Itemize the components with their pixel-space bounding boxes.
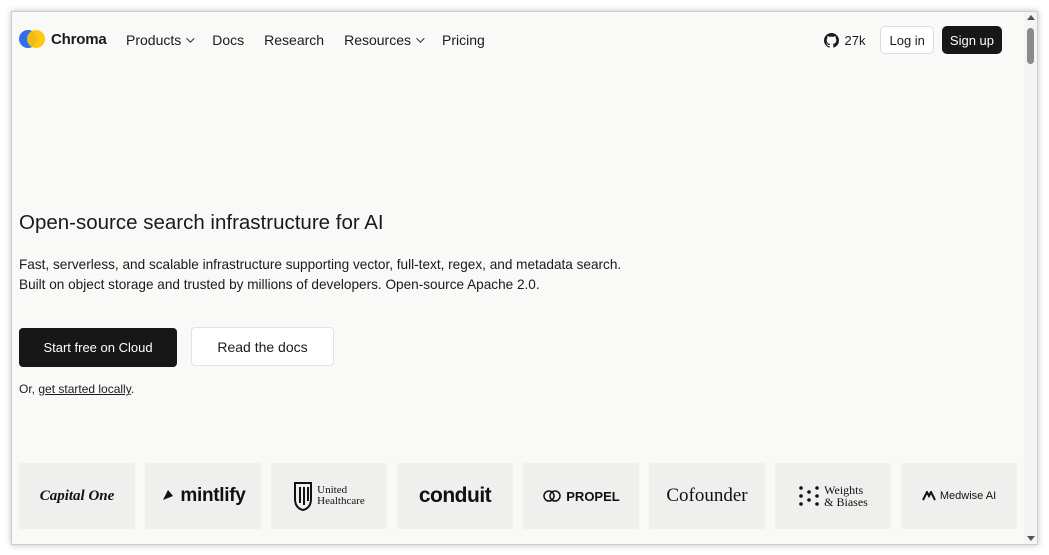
menu-pricing[interactable]: Pricing [442, 32, 485, 48]
menu-docs-label: Docs [212, 32, 245, 48]
brand-logo[interactable]: Chroma [19, 30, 107, 48]
menu-research-label: Research [264, 32, 325, 48]
local-suffix: . [130, 382, 135, 396]
menu-resources[interactable]: Resources [344, 32, 425, 48]
chevron-down-icon [186, 34, 195, 43]
menu-research[interactable]: Research [264, 32, 324, 48]
login-button[interactable]: Log in [880, 26, 934, 54]
cofounder-logo-text: Cofounder [666, 485, 748, 506]
signup-button[interactable]: Sign up [941, 26, 1002, 54]
local-start-text: Or, get started locally. [19, 382, 134, 396]
chroma-logo-icon [19, 30, 45, 48]
vertical-scrollbar[interactable] [1024, 12, 1037, 544]
capital-one-logo-text: Capital One [39, 487, 115, 504]
uhc-line2: Healthcare [317, 495, 365, 507]
hero-title: Open-source search infrastructure for AI [19, 211, 384, 234]
scroll-down-arrow-icon[interactable] [1027, 536, 1035, 541]
local-prefix: Or, [19, 382, 39, 396]
menu-products-label: Products [126, 32, 182, 48]
read-docs-button[interactable]: Read the docs [191, 327, 334, 366]
customer-logos: Capital One mintlify United Healthcare c… [19, 463, 1017, 529]
wandb-dots-icon [799, 486, 819, 506]
scrollbar-thumb[interactable] [1027, 28, 1034, 64]
browser-viewport: Chroma Products Docs Research Resources … [11, 11, 1038, 545]
wb-line2: & Biases [824, 495, 868, 509]
medwise-icon [921, 491, 936, 501]
github-icon [823, 32, 839, 48]
logo-weights-biases: Weights & Biases [775, 463, 891, 529]
menu-docs[interactable]: Docs [212, 32, 244, 48]
menu-resources-label: Resources [344, 32, 411, 48]
menu-products[interactable]: Products [126, 32, 195, 48]
logo-medwise: Medwise AI [901, 463, 1017, 529]
brand-name: Chroma [51, 30, 107, 48]
chevron-down-icon [416, 34, 425, 43]
main-menu: Products Docs Research Resources Pricing [126, 32, 505, 48]
menu-pricing-label: Pricing [442, 32, 485, 48]
nav-actions: 27k Log in Sign up [823, 26, 1002, 54]
medwise-logo-text: Medwise AI [939, 490, 997, 502]
top-navigation: Chroma Products Docs Research Resources … [12, 12, 1024, 68]
hero-description: Fast, serverless, and scalable infrastru… [19, 257, 622, 292]
github-stars: 27k [844, 32, 866, 48]
logo-capital-one: Capital One [19, 463, 135, 529]
conduit-logo-text: conduit [418, 484, 492, 507]
propel-icon [543, 490, 562, 502]
uhc-shield-icon [294, 482, 313, 511]
logo-conduit: conduit [397, 463, 513, 529]
github-link[interactable]: 27k [823, 32, 866, 48]
logo-cofounder: Cofounder [649, 463, 765, 529]
logo-propel: PROPEL [523, 463, 639, 529]
scroll-up-arrow-icon[interactable] [1027, 15, 1035, 20]
start-free-cloud-button[interactable]: Start free on Cloud [19, 328, 177, 367]
logo-united-healthcare: United Healthcare [271, 463, 387, 529]
mintlify-logo-text: mintlify [180, 485, 246, 506]
mintlify-icon [163, 490, 174, 500]
propel-logo-text: PROPEL [566, 488, 620, 504]
get-started-locally-link[interactable]: get started locally [38, 382, 131, 396]
logo-mintlify: mintlify [145, 463, 261, 529]
